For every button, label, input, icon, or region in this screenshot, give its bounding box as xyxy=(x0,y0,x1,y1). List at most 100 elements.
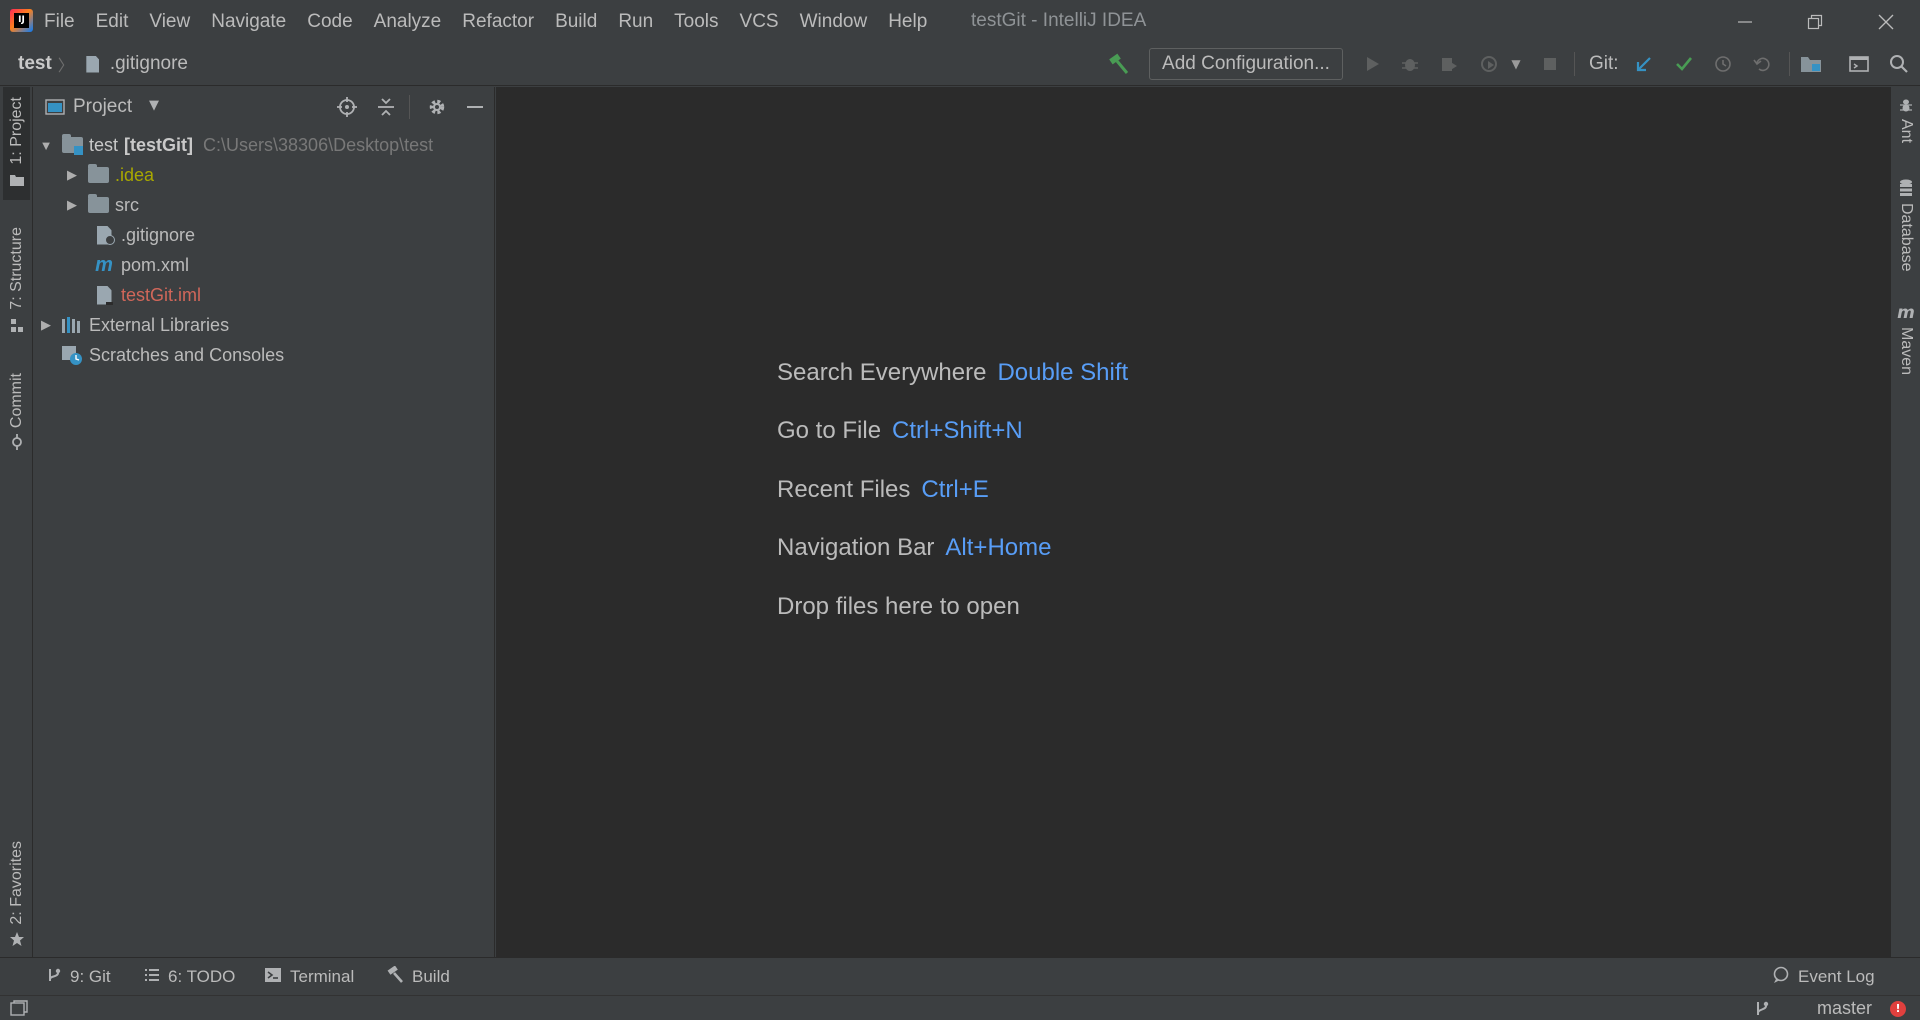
menu-refactor[interactable]: Refactor xyxy=(462,11,534,33)
menu-build[interactable]: Build xyxy=(555,11,597,33)
hint-text: Drop files here to open xyxy=(777,593,1020,620)
gear-icon[interactable] xyxy=(425,95,449,119)
error-indicator-icon[interactable]: ! xyxy=(1890,1001,1906,1017)
folder-icon xyxy=(9,174,24,186)
project-structure-icon[interactable] xyxy=(1799,52,1823,76)
history-clock-icon[interactable] xyxy=(1711,52,1735,76)
menu-window[interactable]: Window xyxy=(800,11,868,33)
breadcrumb-project[interactable]: test xyxy=(18,53,52,75)
git-branch-icon xyxy=(1754,1000,1770,1020)
tree-folder-idea[interactable]: ▶ .idea xyxy=(65,160,154,190)
tab-project[interactable]: 1: Project xyxy=(3,87,30,200)
tree-file-pom[interactable]: m pom.xml xyxy=(93,250,189,280)
chevron-down-icon[interactable]: ▼ xyxy=(1504,52,1528,76)
project-view-selector[interactable]: Project xyxy=(73,87,132,127)
debug-icon[interactable] xyxy=(1398,52,1422,76)
chevron-right-icon[interactable]: ▶ xyxy=(39,317,53,333)
toggle-tool-windows-icon[interactable] xyxy=(10,1000,28,1017)
editor-area[interactable]: Search Everywhere Double Shift Go to File… xyxy=(496,87,1890,957)
scratches-label: Scratches and Consoles xyxy=(89,344,285,365)
breadcrumb-file[interactable]: .gitignore xyxy=(110,53,188,75)
hammer-icon xyxy=(386,965,404,988)
menu-analyze[interactable]: Analyze xyxy=(374,11,442,33)
right-tool-stripe: Ant Database m Maven xyxy=(1890,87,1920,957)
tree-folder-src[interactable]: ▶ src xyxy=(65,190,139,220)
git-update-icon[interactable] xyxy=(1632,52,1656,76)
close-window-button[interactable] xyxy=(1857,0,1915,43)
menu-file[interactable]: File xyxy=(44,11,75,33)
run-icon[interactable] xyxy=(1360,52,1384,76)
menu-view[interactable]: View xyxy=(149,11,190,33)
tab-maven[interactable]: m Maven xyxy=(1893,305,1919,376)
gitignore-file-label: .gitignore xyxy=(121,224,196,245)
menu-edit[interactable]: Edit xyxy=(96,11,129,33)
tab-ant[interactable]: Ant xyxy=(1893,97,1919,143)
chevron-down-icon[interactable]: ▼ xyxy=(39,138,53,153)
rollback-icon[interactable] xyxy=(1750,52,1774,76)
close-icon xyxy=(1878,14,1894,29)
terminal-window-icon[interactable] xyxy=(1847,52,1871,76)
menu-vcs[interactable]: VCS xyxy=(740,11,779,33)
minimize-button[interactable] xyxy=(1716,0,1774,43)
root-module: [testGit] xyxy=(124,134,194,155)
project-panel: Project ▼ ▼ test [testGit] C:\Users\3830… xyxy=(33,87,495,957)
hint-shortcut: Ctrl+Shift+N xyxy=(892,417,1023,444)
hint-shortcut: Alt+Home xyxy=(945,534,1052,561)
star-icon xyxy=(9,932,24,946)
git-commit-check-icon[interactable] xyxy=(1672,52,1696,76)
hint-go-to-file: Go to File Ctrl+Shift+N xyxy=(777,417,1023,445)
ant-icon xyxy=(1900,99,1912,112)
collapse-all-icon[interactable] xyxy=(374,95,398,119)
tab-build[interactable]: Build xyxy=(386,958,450,996)
chevron-right-icon[interactable]: ▶ xyxy=(65,167,79,183)
tree-external-libraries[interactable]: ▶ External Libraries xyxy=(39,310,229,340)
menu-bar: File Edit View Navigate Code Analyze Ref… xyxy=(44,0,948,43)
menu-help[interactable]: Help xyxy=(888,11,927,33)
tab-git[interactable]: 9: Git xyxy=(46,958,111,996)
toolbar-separator xyxy=(1574,52,1575,76)
hint-text: Go to File xyxy=(777,417,882,444)
tab-favorites[interactable]: 2: Favorites xyxy=(3,827,30,947)
tree-scratches[interactable]: Scratches and Consoles xyxy=(61,340,284,370)
add-configuration-button[interactable]: Add Configuration... xyxy=(1149,48,1343,80)
tab-database[interactable]: Database xyxy=(1893,179,1919,272)
bottom-tool-bar: 9: Git 6: TODO Terminal Build Event Log xyxy=(0,957,1920,995)
tab-commit[interactable]: Commit xyxy=(3,373,30,463)
build-hammer-icon[interactable] xyxy=(1107,52,1131,76)
profile-icon[interactable] xyxy=(1477,52,1501,76)
menu-tools[interactable]: Tools xyxy=(674,11,718,33)
coverage-icon[interactable] xyxy=(1437,52,1461,76)
menu-navigate[interactable]: Navigate xyxy=(211,11,286,33)
locate-target-icon[interactable] xyxy=(335,95,359,119)
left-tool-stripe: 1: Project 7: Structure Commit 2: Favori… xyxy=(0,87,33,957)
tree-file-iml[interactable]: testGit.iml xyxy=(93,280,201,310)
tab-todo[interactable]: 6: TODO xyxy=(144,958,235,996)
module-file-icon xyxy=(93,285,115,305)
tree-file-gitignore[interactable]: .gitignore xyxy=(93,220,195,250)
status-bar: master ! xyxy=(0,995,1920,1020)
tab-commit-label: Commit xyxy=(7,373,25,429)
list-icon xyxy=(144,968,160,986)
terminal-icon xyxy=(264,967,282,987)
git-label: Git: xyxy=(1589,53,1619,74)
hide-panel-icon[interactable] xyxy=(463,95,487,119)
tree-root-test[interactable]: ▼ test [testGit] C:\Users\38306\Desktop\… xyxy=(39,130,433,160)
tab-event-log[interactable]: Event Log xyxy=(1772,958,1875,996)
menu-code[interactable]: Code xyxy=(307,11,352,33)
stop-icon[interactable] xyxy=(1538,52,1562,76)
chevron-down-icon[interactable]: ▼ xyxy=(149,98,159,113)
tab-terminal[interactable]: Terminal xyxy=(264,958,354,996)
restore-button[interactable] xyxy=(1786,0,1844,43)
chevron-right-icon[interactable]: ▶ xyxy=(65,197,79,213)
libraries-icon xyxy=(61,315,83,335)
hint-recent-files: Recent Files Ctrl+E xyxy=(777,476,989,504)
menu-run[interactable]: Run xyxy=(618,11,653,33)
git-branch-widget[interactable]: master xyxy=(1817,996,1872,1020)
iml-file-label: testGit.iml xyxy=(121,284,202,305)
restore-icon xyxy=(1807,14,1823,29)
folder-icon xyxy=(87,194,109,215)
tab-maven-label: Maven xyxy=(1898,327,1915,376)
navigation-toolbar: test 〉 .gitignore Add Configuration... ▼… xyxy=(0,43,1920,86)
search-icon[interactable] xyxy=(1887,52,1911,76)
tab-structure[interactable]: 7: Structure xyxy=(3,227,30,337)
